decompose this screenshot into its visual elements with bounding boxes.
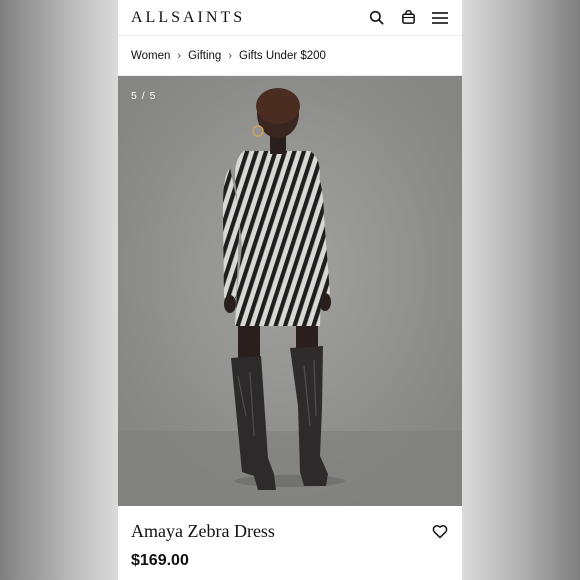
chevron-right-icon: ›	[177, 49, 182, 62]
breadcrumb: Women › Gifting › Gifts Under $200	[118, 36, 462, 76]
search-icon[interactable]	[367, 9, 385, 27]
breadcrumb-item-women[interactable]: Women	[131, 50, 170, 62]
image-counter: 5 / 5	[131, 90, 157, 102]
bag-icon[interactable]	[399, 9, 417, 27]
top-navigation-bar: ALLSAINTS	[118, 0, 462, 36]
product-image-gallery[interactable]: 5 / 5	[118, 76, 462, 506]
menu-icon[interactable]	[431, 9, 449, 27]
header-actions	[367, 9, 449, 27]
brand-logo[interactable]: ALLSAINTS	[131, 9, 245, 27]
breadcrumb-item-gifting[interactable]: Gifting	[188, 50, 221, 62]
product-info: Amaya Zebra Dress $169.00	[118, 506, 462, 580]
breadcrumb-item-gifts-under-200[interactable]: Gifts Under $200	[239, 50, 326, 62]
product-title: Amaya Zebra Dress	[131, 521, 275, 541]
chevron-right-icon: ›	[228, 49, 233, 62]
heart-icon[interactable]	[432, 524, 450, 542]
product-photo	[118, 76, 462, 506]
product-price: $169.00	[131, 552, 189, 569]
phone-screen: ALLSAINTS Women › Gifting › Gifts Under …	[118, 0, 462, 580]
